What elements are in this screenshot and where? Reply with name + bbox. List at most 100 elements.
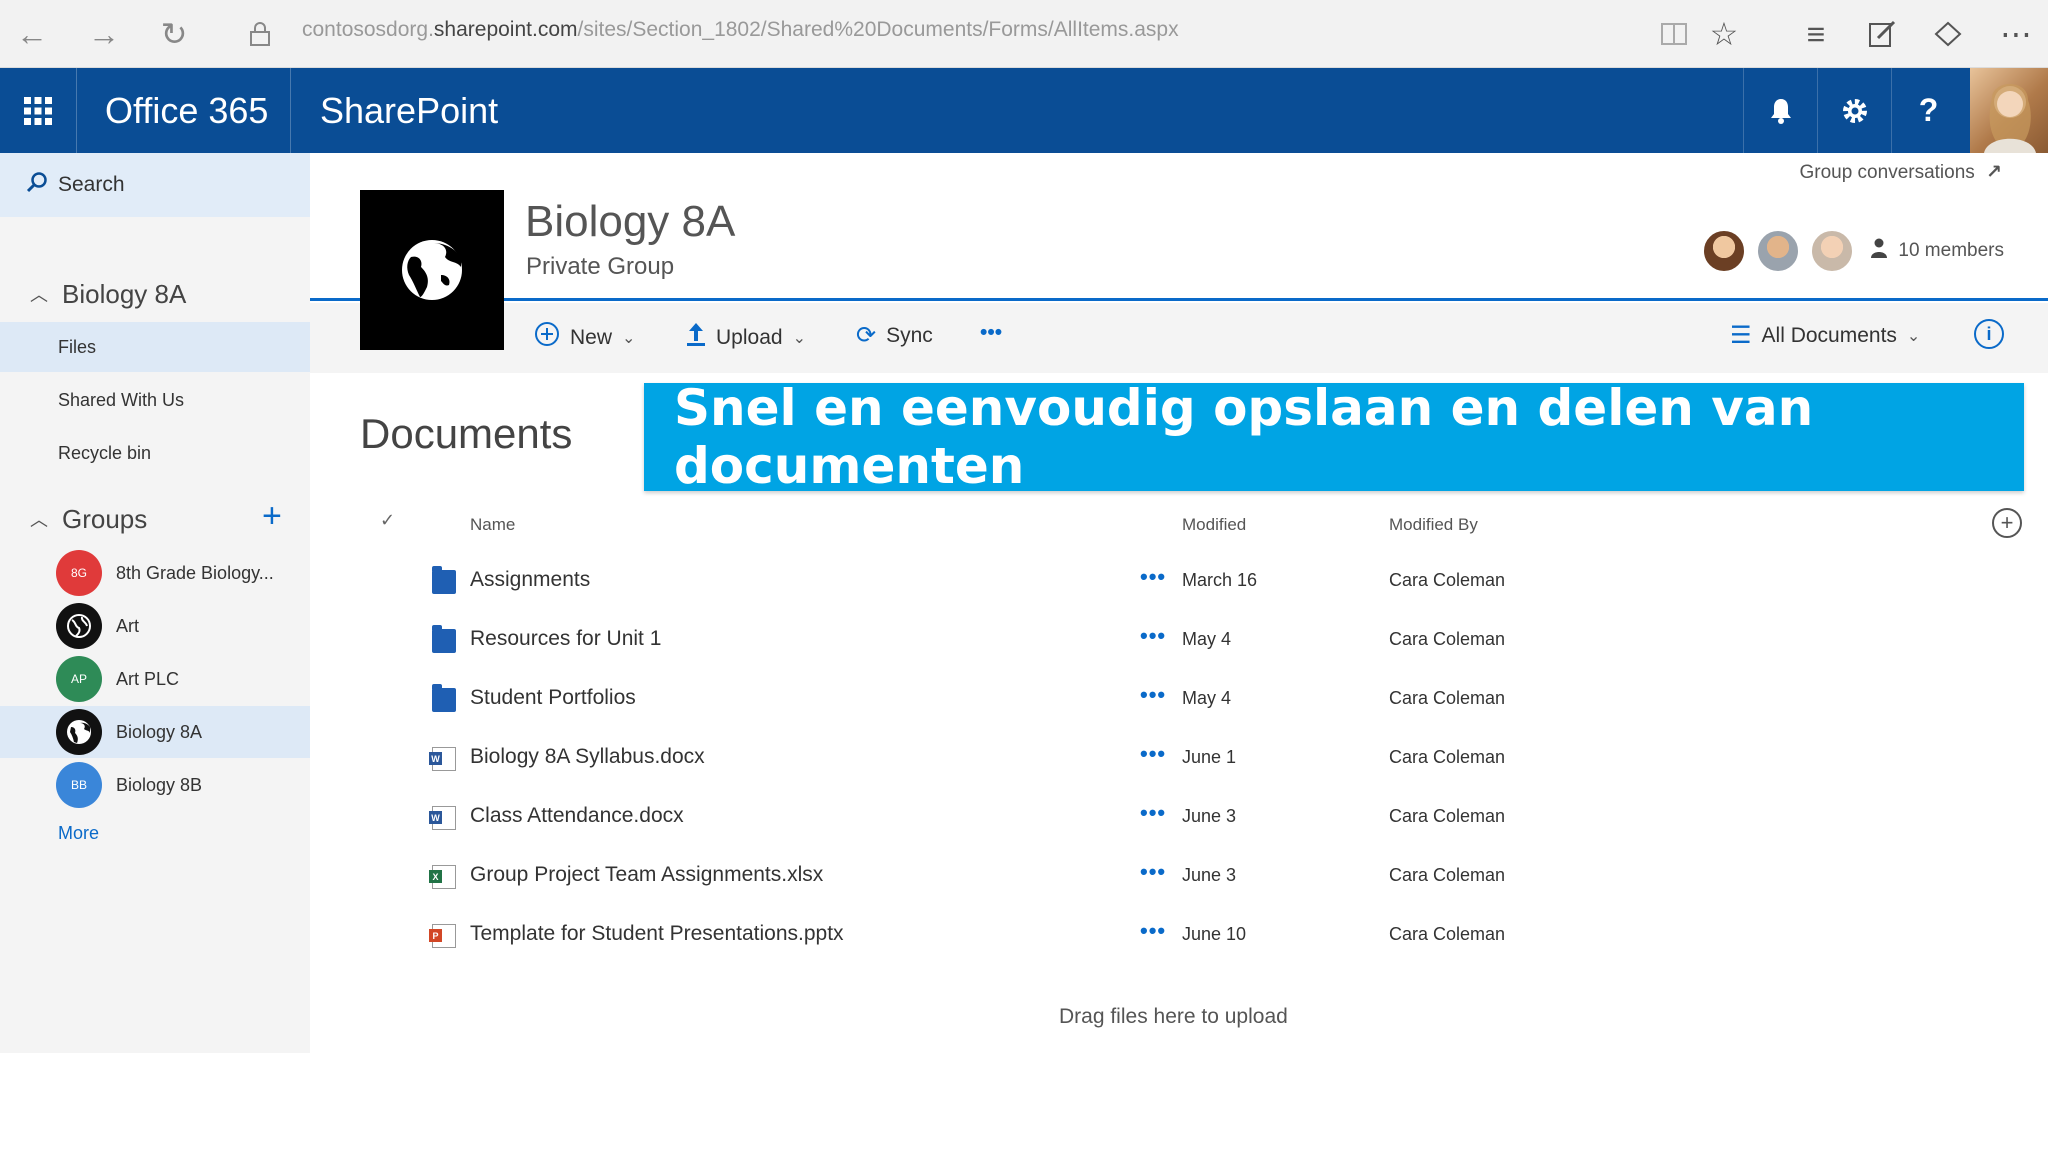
- upload-arrow-icon: [686, 321, 706, 354]
- upload-label: Upload: [716, 325, 783, 349]
- group-avatar: 8G: [56, 550, 102, 596]
- more-groups-link[interactable]: More: [58, 823, 99, 844]
- office-365-brand[interactable]: Office 365: [105, 90, 268, 132]
- item-more-actions[interactable]: •••: [1140, 682, 1166, 708]
- table-row[interactable]: W Biology 8A Syllabus.docx ••• June 1 Ca…: [360, 731, 2020, 789]
- help-icon[interactable]: ?: [1891, 68, 1965, 153]
- file-name[interactable]: Group Project Team Assignments.xlsx: [470, 863, 823, 887]
- user-avatar[interactable]: [1970, 68, 2048, 153]
- table-row[interactable]: P Template for Student Presentations.ppt…: [360, 908, 2020, 966]
- upload-button[interactable]: Upload ⌄: [686, 321, 806, 354]
- refresh-icon[interactable]: ↻: [152, 12, 196, 56]
- library-title: Documents: [360, 410, 573, 457]
- file-modified: June 1: [1182, 747, 1237, 767]
- view-switcher[interactable]: ☰ All Documents ⌄: [1730, 321, 1920, 350]
- file-modified-by: Cara Coleman: [1389, 688, 1506, 708]
- file-modified: June 3: [1182, 806, 1237, 826]
- group-conversations-link[interactable]: Group conversations ↗: [1799, 161, 2002, 184]
- url-prefix: contososdorg.: [302, 18, 434, 41]
- nav-item-label: Recycle bin: [58, 442, 152, 463]
- new-button[interactable]: New ⌄: [534, 321, 635, 354]
- forward-arrow-icon[interactable]: →: [82, 12, 126, 56]
- nav-item-files[interactable]: Files: [0, 322, 310, 372]
- item-more-actions[interactable]: •••: [1140, 564, 1166, 590]
- excel-document-icon: X: [429, 865, 456, 889]
- search-box[interactable]: Search: [0, 153, 310, 217]
- members-area[interactable]: 10 members: [1702, 229, 2004, 273]
- settings-gear-icon[interactable]: [1817, 68, 1891, 153]
- reading-view-icon[interactable]: [1652, 12, 1696, 56]
- file-modified: June 10: [1182, 924, 1247, 944]
- share-icon[interactable]: [1926, 12, 1970, 56]
- back-arrow-icon[interactable]: ←: [10, 12, 54, 56]
- site-header: Biology 8A Private Group Group conversat…: [310, 153, 2048, 350]
- item-more-actions[interactable]: •••: [1140, 859, 1166, 885]
- add-column-plus-icon[interactable]: +: [1992, 508, 2022, 538]
- table-row[interactable]: Assignments ••• March 16 Cara Coleman: [360, 554, 2020, 612]
- site-nav-title: Biology 8A: [62, 278, 187, 309]
- more-icon[interactable]: ⋯: [1994, 12, 2038, 56]
- file-modified: March 16: [1182, 570, 1258, 590]
- file-name[interactable]: Resources for Unit 1: [470, 627, 661, 651]
- file-name[interactable]: Class Attendance.docx: [470, 804, 684, 828]
- word-document-icon: W: [429, 806, 456, 830]
- sharepoint-app-title[interactable]: SharePoint: [320, 90, 498, 132]
- more-commands-button[interactable]: •••: [980, 321, 1002, 345]
- member-avatar[interactable]: [1702, 229, 1747, 273]
- sync-button[interactable]: ⟳ Sync: [856, 321, 933, 350]
- group-label: Biology 8B: [116, 774, 203, 795]
- notifications-bell-icon[interactable]: [1743, 68, 1817, 153]
- table-row[interactable]: Student Portfolios ••• May 4 Cara Colema…: [360, 672, 2020, 730]
- site-nav-header[interactable]: ︿ Biology 8A: [0, 272, 310, 316]
- column-header-modified[interactable]: Modified: [1182, 515, 1246, 535]
- favorite-star-icon[interactable]: ☆: [1702, 12, 1746, 56]
- nav-item-label: Files: [58, 336, 97, 357]
- nav-item-shared-with-us[interactable]: Shared With Us: [0, 375, 310, 425]
- divider: [76, 68, 77, 153]
- group-item-biology-8b[interactable]: BB Biology 8B: [0, 759, 310, 811]
- hub-icon[interactable]: ≡: [1794, 12, 1838, 56]
- select-all-check-icon[interactable]: ✓: [380, 510, 395, 531]
- drag-drop-hint[interactable]: Drag files here to upload: [1059, 1005, 1288, 1029]
- globe-icon: [67, 614, 91, 638]
- group-item-art[interactable]: Art: [0, 600, 310, 652]
- column-header-modified-by[interactable]: Modified By: [1389, 515, 1478, 535]
- lock-icon: [238, 12, 282, 56]
- file-name[interactable]: Assignments: [470, 568, 590, 592]
- web-note-icon[interactable]: [1860, 12, 1904, 56]
- left-navigation: Search ︿ Biology 8A Files Shared With Us…: [0, 153, 310, 1053]
- group-item-8th-grade-biology[interactable]: 8G 8th Grade Biology...: [0, 547, 310, 599]
- group-item-biology-8a[interactable]: Biology 8A: [0, 706, 310, 758]
- table-row[interactable]: X Group Project Team Assignments.xlsx ••…: [360, 849, 2020, 907]
- file-name[interactable]: Student Portfolios: [470, 686, 636, 710]
- file-modified: May 4: [1182, 688, 1232, 708]
- chevron-up-icon: ︿: [30, 285, 48, 305]
- file-modified-by: Cara Coleman: [1389, 924, 1506, 944]
- members-count: 10 members: [1898, 240, 2004, 261]
- address-bar[interactable]: contososdorg.sharepoint.com/sites/Sectio…: [302, 18, 1179, 42]
- item-more-actions[interactable]: •••: [1140, 741, 1166, 767]
- group-item-art-plc[interactable]: AP Art PLC: [0, 653, 310, 705]
- globe-icon: [67, 720, 91, 744]
- file-name[interactable]: Template for Student Presentations.pptx: [470, 922, 844, 946]
- app-launcher-icon[interactable]: [0, 68, 76, 153]
- nav-item-label: Shared With Us: [58, 389, 185, 410]
- group-label: 8th Grade Biology...: [116, 562, 274, 583]
- item-more-actions[interactable]: •••: [1140, 800, 1166, 826]
- chevron-down-icon: ⌄: [1906, 327, 1921, 345]
- divider: [290, 68, 291, 153]
- column-header-name[interactable]: Name: [470, 515, 515, 535]
- member-avatar[interactable]: [1756, 229, 1801, 273]
- table-row[interactable]: W Class Attendance.docx ••• June 3 Cara …: [360, 790, 2020, 848]
- item-more-actions[interactable]: •••: [1140, 918, 1166, 944]
- site-logo[interactable]: [360, 190, 504, 350]
- item-more-actions[interactable]: •••: [1140, 623, 1166, 649]
- plus-circle-icon: [534, 321, 560, 354]
- file-name[interactable]: Biology 8A Syllabus.docx: [470, 745, 705, 769]
- add-group-plus-icon[interactable]: +: [262, 499, 282, 533]
- table-row[interactable]: Resources for Unit 1 ••• May 4 Cara Cole…: [360, 613, 2020, 671]
- member-avatar[interactable]: [1810, 229, 1855, 273]
- info-pane-icon[interactable]: i: [1974, 319, 2004, 349]
- group-label: Art: [116, 615, 140, 636]
- nav-item-recycle-bin[interactable]: Recycle bin: [0, 428, 310, 478]
